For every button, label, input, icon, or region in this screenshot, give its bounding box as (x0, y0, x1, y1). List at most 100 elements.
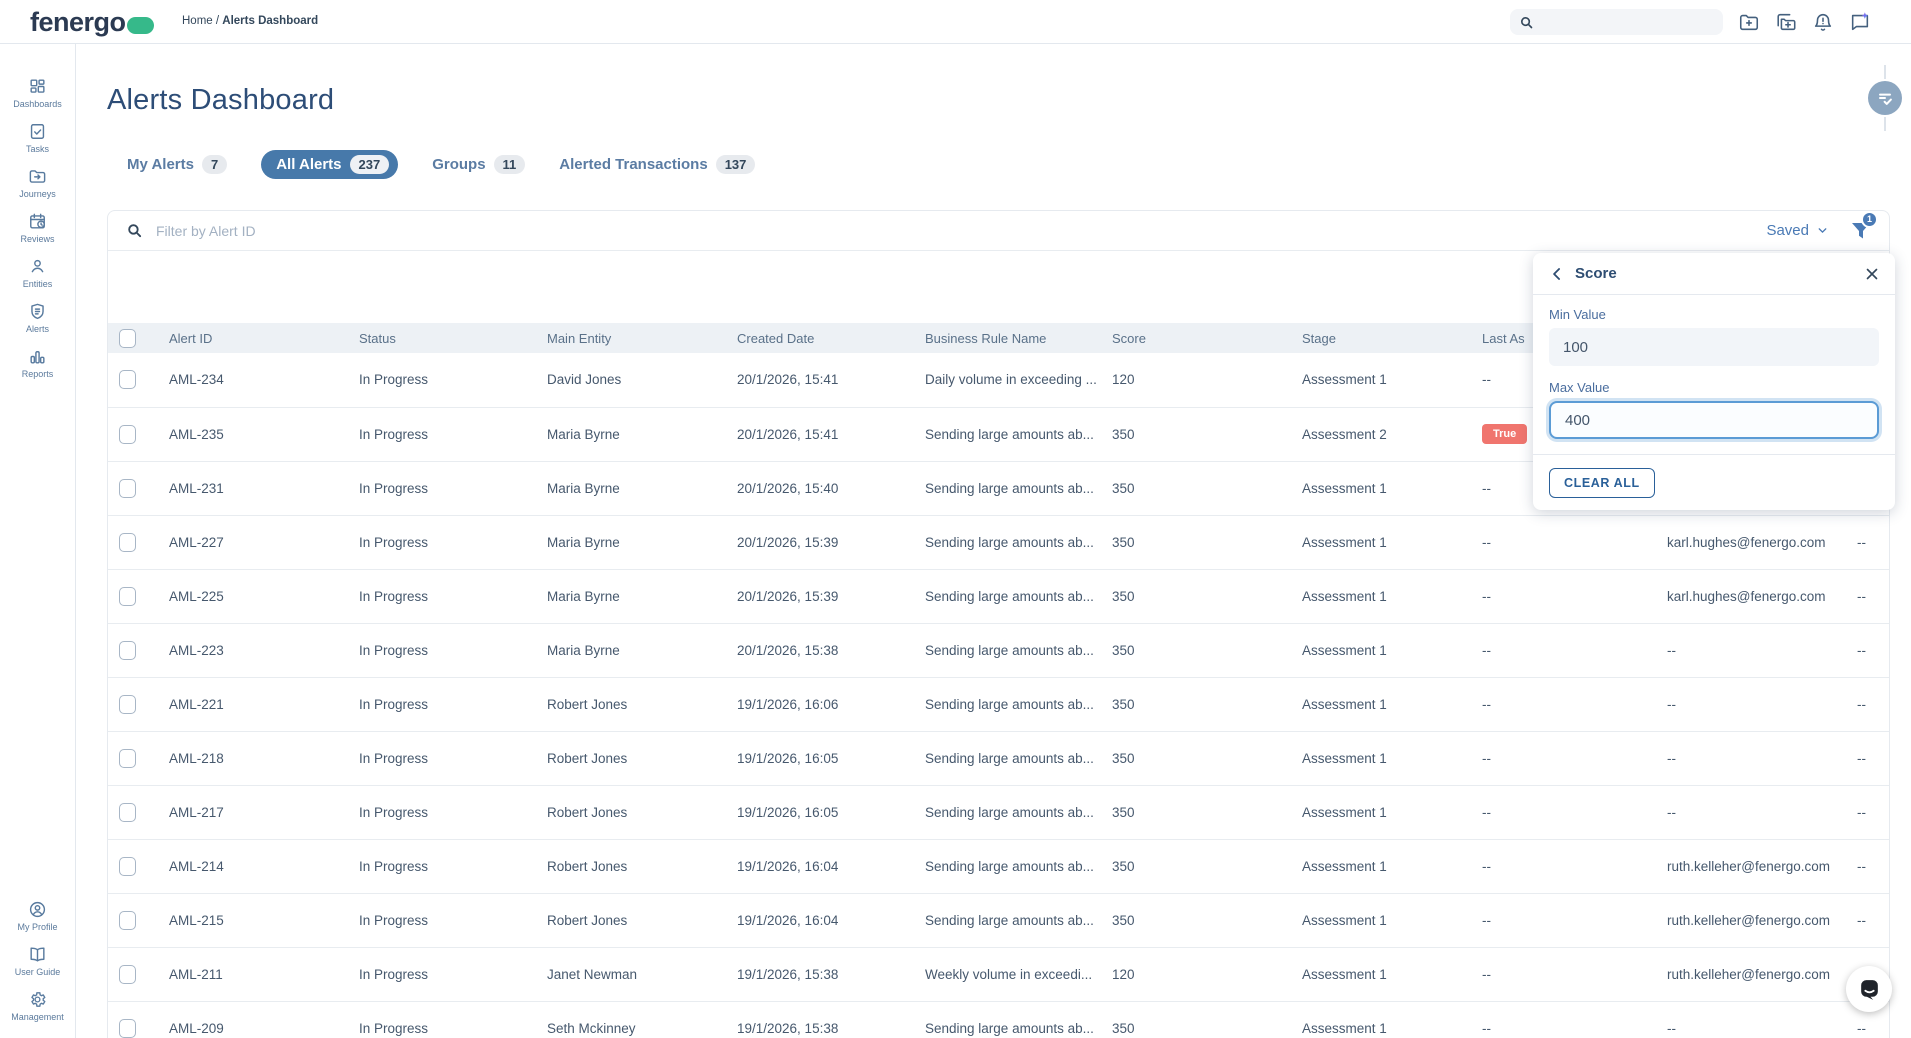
clear-all-button[interactable]: CLEAR ALL (1549, 468, 1655, 498)
chat-sparkle-icon[interactable] (1849, 11, 1871, 33)
min-value-input[interactable] (1549, 328, 1879, 366)
score-cell: 120 (1101, 353, 1291, 407)
alert-id-link[interactable]: AML-211 (158, 947, 348, 1001)
sidebar-item-alerts[interactable]: Alerts (0, 295, 75, 340)
sidebar-item-tasks[interactable]: Tasks (0, 115, 75, 160)
sidebar-item-my-profile[interactable]: My Profile (0, 893, 75, 938)
side-panel-toggle-button[interactable] (1868, 81, 1902, 115)
score-cell: 120 (1101, 947, 1291, 1001)
breadcrumb-home[interactable]: Home / (182, 15, 219, 27)
row-checkbox[interactable] (119, 749, 136, 768)
status-cell: In Progress (348, 569, 536, 623)
row-checkbox[interactable] (119, 1019, 136, 1038)
entity-link[interactable]: Robert Jones (536, 677, 726, 731)
sidebar-item-entities[interactable]: Entities (0, 250, 75, 295)
entity-link[interactable]: Seth Mckinney (536, 1001, 726, 1038)
entity-link[interactable]: Maria Byrne (536, 407, 726, 461)
entity-link[interactable]: Maria Byrne (536, 569, 726, 623)
alert-id-link[interactable]: AML-214 (158, 839, 348, 893)
entity-link[interactable]: David Jones (536, 353, 726, 407)
alert-id-link[interactable]: AML-234 (158, 353, 348, 407)
row-checkbox[interactable] (119, 641, 136, 660)
sidebar-item-user-guide[interactable]: User Guide (0, 938, 75, 983)
filter-alert-id-input[interactable] (156, 223, 1766, 239)
row-checkbox[interactable] (119, 911, 136, 930)
date-cell: 19/1/2026, 15:38 (726, 1001, 914, 1038)
stage-cell: Assessment 1 (1291, 1001, 1471, 1038)
row-checkbox[interactable] (119, 803, 136, 822)
alert-id-link[interactable]: AML-221 (158, 677, 348, 731)
sidebar-label: Reports (22, 369, 54, 379)
tabs: My Alerts 7 All Alerts 237 Groups 11 Ale… (127, 150, 755, 179)
alert-id-link[interactable]: AML-223 (158, 623, 348, 677)
alert-id-link[interactable]: AML-215 (158, 893, 348, 947)
alert-id-link[interactable]: AML-209 (158, 1001, 348, 1038)
column-header: Status (348, 323, 536, 353)
tab-all-alerts[interactable]: All Alerts 237 (261, 150, 398, 179)
table-row: AML-211In ProgressJanet Newman19/1/2026,… (108, 947, 1890, 1001)
sidebar-item-reviews[interactable]: Reviews (0, 205, 75, 250)
entity-link[interactable]: Maria Byrne (536, 461, 726, 515)
tab-alerted-transactions[interactable]: Alerted Transactions 137 (559, 150, 755, 179)
tab-groups[interactable]: Groups 11 (432, 150, 525, 179)
status-cell: In Progress (348, 893, 536, 947)
row-checkbox[interactable] (119, 587, 136, 606)
entity-link[interactable]: Maria Byrne (536, 515, 726, 569)
notification-bell-icon[interactable] (1812, 11, 1834, 33)
row-checkbox[interactable] (119, 965, 136, 984)
rule-cell: Sending large amounts ab... (914, 731, 1101, 785)
filter-funnel-button[interactable]: 1 (1849, 219, 1873, 243)
tab-label: Groups (432, 156, 485, 173)
date-cell: 20/1/2026, 15:41 (726, 407, 914, 461)
entity-link[interactable]: Robert Jones (536, 731, 726, 785)
alert-id-link[interactable]: AML-227 (158, 515, 348, 569)
max-value-input[interactable] (1549, 401, 1879, 439)
sidebar-item-reports[interactable]: Reports (0, 340, 75, 385)
select-all-checkbox[interactable] (119, 329, 136, 348)
alert-id-link[interactable]: AML-225 (158, 569, 348, 623)
status-cell: In Progress (348, 947, 536, 1001)
alert-id-link[interactable]: AML-231 (158, 461, 348, 515)
stage-cell: Assessment 1 (1291, 893, 1471, 947)
chat-launcher-button[interactable] (1846, 966, 1892, 1012)
row-checkbox[interactable] (119, 695, 136, 714)
folder-add-icon[interactable] (1738, 11, 1760, 33)
stage-cell: Assessment 1 (1291, 947, 1471, 1001)
final-cell: -- (1846, 785, 1890, 839)
tab-my-alerts[interactable]: My Alerts 7 (127, 150, 227, 179)
gear-icon (28, 990, 47, 1009)
entity-link[interactable]: Robert Jones (536, 785, 726, 839)
score-cell: 350 (1101, 839, 1291, 893)
sidebar-label: Alerts (26, 324, 49, 334)
close-icon[interactable] (1863, 265, 1881, 283)
sidebar-item-journeys[interactable]: Journeys (0, 160, 75, 205)
rule-cell: Daily volume in exceeding ... (914, 353, 1101, 407)
entity-link[interactable]: Robert Jones (536, 893, 726, 947)
row-checkbox[interactable] (119, 370, 136, 389)
date-cell: 19/1/2026, 16:05 (726, 785, 914, 839)
row-checkbox[interactable] (119, 533, 136, 552)
global-search[interactable] (1510, 9, 1723, 35)
global-search-input[interactable] (1534, 15, 1704, 29)
sidebar-item-management[interactable]: Management (0, 983, 75, 1028)
entity-link[interactable]: Janet Newman (536, 947, 726, 1001)
alert-id-link[interactable]: AML-218 (158, 731, 348, 785)
tab-label: All Alerts (276, 156, 341, 173)
alert-id-link[interactable]: AML-217 (158, 785, 348, 839)
entity-link[interactable]: Maria Byrne (536, 623, 726, 677)
row-checkbox[interactable] (119, 857, 136, 876)
folders-add-icon[interactable] (1775, 11, 1797, 33)
table-row: AML-209In ProgressSeth Mckinney19/1/2026… (108, 1001, 1890, 1038)
sidebar-item-dashboards[interactable]: Dashboards (0, 70, 75, 115)
sidebar-label: My Profile (17, 922, 57, 932)
entity-link[interactable]: Robert Jones (536, 839, 726, 893)
status-cell: In Progress (348, 731, 536, 785)
row-checkbox[interactable] (119, 425, 136, 444)
back-chevron-icon[interactable] (1547, 264, 1567, 284)
alert-id-link[interactable]: AML-235 (158, 407, 348, 461)
row-checkbox[interactable] (119, 479, 136, 498)
saved-filters-dropdown[interactable]: Saved (1766, 222, 1829, 239)
assignee-email-cell: karl.hughes@fenergo.com (1656, 569, 1846, 623)
profile-icon (28, 900, 47, 919)
last-assessed-cell: -- (1471, 677, 1656, 731)
